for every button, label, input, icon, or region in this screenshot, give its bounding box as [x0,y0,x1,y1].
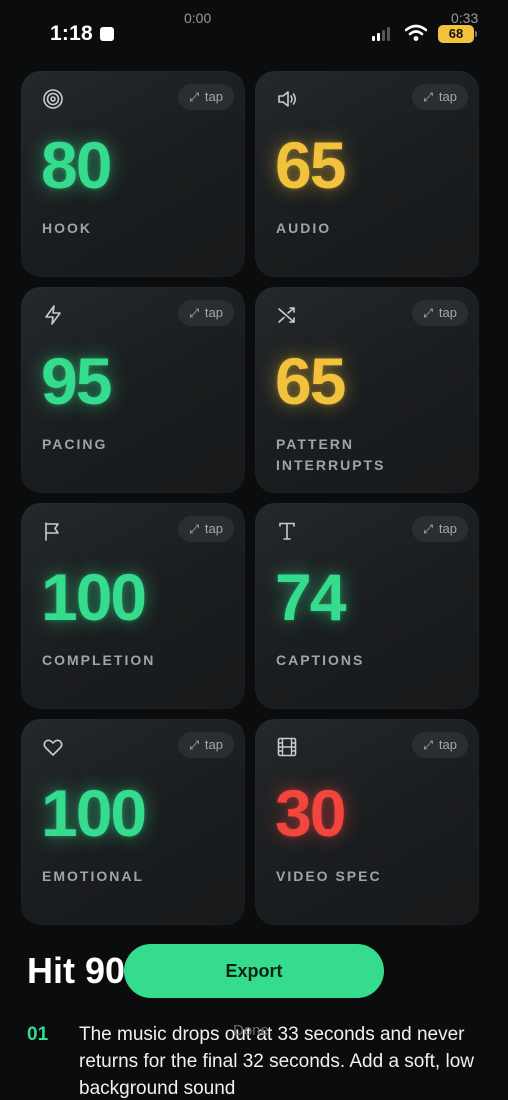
lightning-icon [45,305,61,325]
status-bar: 1:18 0:00 0:33 68 [0,0,508,64]
score-value: 30 [275,776,346,850]
heart-icon [43,739,63,756]
expand-tap-button[interactable]: ⤢ tap [178,300,234,326]
score-label: COMPLETION [42,652,156,668]
media-time-start: 0:00 [184,10,212,26]
expand-tap-button[interactable]: ⤢ tap [178,516,234,542]
score-card-hook[interactable]: ⤢ tap 80 HOOK [21,71,245,277]
cellular-signal-icon [372,27,390,41]
score-card-video-spec[interactable]: ⤢ tap 30 VIDEO SPEC [255,719,479,925]
score-label: PACING [42,436,108,452]
score-card-audio[interactable]: ⤢ tap 65 AUDIO [255,71,479,277]
score-value: 65 [275,128,346,202]
tap-label: tap [438,305,457,320]
expand-tap-button[interactable]: ⤢ tap [178,732,234,758]
expand-arrows-icon: ⤢ [423,522,433,536]
battery-indicator: 68 [438,25,474,43]
score-card-emotional[interactable]: ⤢ tap 100 EMOTIONAL [21,719,245,925]
expand-arrows-icon: ⤢ [423,306,433,320]
status-clock: 1:18 [50,22,93,45]
tap-label: tap [204,89,223,104]
score-label: PATTERN INTERRUPTS [276,436,386,473]
wifi-icon [405,24,427,41]
expand-tap-button[interactable]: ⤢ tap [178,84,234,110]
score-value: 65 [275,344,346,418]
score-label: VIDEO SPEC [276,868,382,884]
tip-number: 01 [27,1024,49,1045]
expand-tap-button[interactable]: ⤢ tap [412,516,468,542]
expand-tap-button[interactable]: ⤢ tap [412,84,468,110]
score-card-pattern-interrupts[interactable]: ⤢ tap 65 PATTERN INTERRUPTS [255,287,479,493]
media-time-end: 0:33 [451,10,479,26]
expand-arrows-icon: ⤢ [189,306,199,320]
score-label: CAPTIONS [276,652,365,668]
expand-arrows-icon: ⤢ [423,738,433,752]
expand-arrows-icon: ⤢ [189,90,199,104]
tap-label: tap [438,737,457,752]
score-grid: ⤢ tap 80 HOOK ⤢ tap 65 AUDIO ⤢ tap 95 PACIN… [21,71,479,925]
speaker-icon [278,91,297,107]
score-value: 100 [41,560,147,634]
tap-label: tap [438,89,457,104]
text-t-icon [279,522,295,540]
score-label: HOOK [42,220,92,236]
score-value: 80 [41,128,112,202]
target-icon [43,89,63,109]
score-value: 95 [41,344,112,418]
shuffle-icon [278,307,295,323]
section-heading: Hit 90 [27,950,126,991]
flag-icon [45,522,59,541]
score-value: 100 [41,776,147,850]
expand-tap-button[interactable]: ⤢ tap [412,732,468,758]
film-icon [277,737,297,757]
expand-tap-button[interactable]: ⤢ tap [412,300,468,326]
score-card-captions[interactable]: ⤢ tap 74 CAPTIONS [255,503,479,709]
score-label: AUDIO [276,220,332,236]
expand-arrows-icon: ⤢ [423,90,433,104]
expand-arrows-icon: ⤢ [189,738,199,752]
tap-label: tap [204,521,223,536]
tap-label: tap [204,305,223,320]
score-card-completion[interactable]: ⤢ tap 100 COMPLETION [21,503,245,709]
battery-tip [475,31,477,37]
score-card-pacing[interactable]: ⤢ tap 95 PACING [21,287,245,493]
score-value: 74 [275,560,346,634]
screen-recording-icon [100,27,114,41]
tap-label: tap [438,521,457,536]
done-button[interactable]: Done [233,1022,269,1039]
tap-label: tap [204,737,223,752]
tip-text: The music drops out at 33 seconds and ne… [79,1024,475,1099]
score-label: EMOTIONAL [42,868,144,884]
export-button[interactable]: Export [124,944,384,998]
expand-arrows-icon: ⤢ [189,522,199,536]
